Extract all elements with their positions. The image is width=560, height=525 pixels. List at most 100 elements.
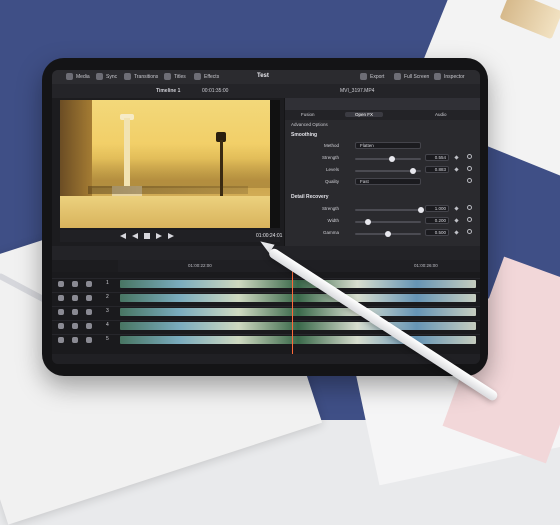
keyframe-icon[interactable] bbox=[454, 230, 459, 235]
levels-value[interactable]: 0.883 bbox=[425, 166, 449, 173]
jump-end-icon[interactable] bbox=[168, 233, 174, 239]
tab-fusion[interactable]: Fusion bbox=[301, 112, 315, 117]
quality-select[interactable]: Fast bbox=[355, 178, 421, 185]
keyframe-icon[interactable] bbox=[454, 167, 459, 172]
detail-strength-label: Strength bbox=[321, 206, 339, 211]
viewer-edge bbox=[270, 100, 280, 228]
media-icon[interactable] bbox=[66, 73, 73, 80]
top-toolbar: Media Sync Transitions Titles Effects Te… bbox=[52, 70, 480, 84]
jump-start-icon[interactable] bbox=[120, 233, 126, 239]
detail-strength-value[interactable]: 1.000 bbox=[425, 205, 449, 212]
slider-knob[interactable] bbox=[410, 168, 417, 174]
speaker-icon[interactable] bbox=[72, 323, 78, 329]
eye-icon[interactable] bbox=[86, 323, 92, 329]
project-title: Test bbox=[257, 73, 269, 79]
inspector-panel: Fusion Open FX Audio Advanced Options Sm… bbox=[284, 98, 480, 246]
reset-icon[interactable] bbox=[467, 166, 472, 171]
detail-strength-slider[interactable] bbox=[355, 207, 424, 213]
transitions-icon[interactable] bbox=[124, 73, 131, 80]
clip[interactable] bbox=[120, 280, 476, 288]
lock-icon[interactable] bbox=[58, 295, 64, 301]
timeline-timecode: 00:01:35:00 bbox=[202, 88, 229, 94]
tablet-screen: Media Sync Transitions Titles Effects Te… bbox=[52, 70, 480, 364]
eye-icon[interactable] bbox=[86, 281, 92, 287]
tab-sync[interactable]: Sync bbox=[106, 74, 117, 80]
slider-knob[interactable] bbox=[388, 156, 395, 162]
lock-icon[interactable] bbox=[58, 309, 64, 315]
play-icon[interactable] bbox=[156, 233, 162, 239]
method-select[interactable]: Flatten bbox=[355, 142, 421, 149]
speaker-icon[interactable] bbox=[72, 295, 78, 301]
lock-icon[interactable] bbox=[58, 323, 64, 329]
track-controls bbox=[58, 295, 110, 301]
smoothing-strength-slider[interactable] bbox=[355, 156, 421, 162]
width-value[interactable]: 0.200 bbox=[425, 217, 449, 224]
slider-knob[interactable] bbox=[365, 219, 372, 225]
detail-recovery-section[interactable]: Detail Recovery bbox=[291, 194, 329, 200]
viewer-controls: 01:00:24:01 bbox=[60, 230, 283, 242]
reverse-play-icon[interactable] bbox=[132, 233, 138, 239]
export-button[interactable]: Export bbox=[370, 74, 384, 80]
clip[interactable] bbox=[120, 322, 476, 330]
track-row: 1 bbox=[52, 278, 480, 289]
track-number: 4 bbox=[106, 322, 109, 328]
eye-icon[interactable] bbox=[86, 337, 92, 343]
gamma-value[interactable]: 0.500 bbox=[425, 229, 449, 236]
track-number: 3 bbox=[106, 308, 109, 314]
tab-open-fx[interactable]: Open FX bbox=[345, 112, 384, 117]
tab-effects[interactable]: Effects bbox=[204, 74, 219, 80]
sync-icon[interactable] bbox=[96, 73, 103, 80]
playhead[interactable] bbox=[292, 260, 293, 360]
clip[interactable] bbox=[120, 294, 476, 302]
bottom-bar bbox=[52, 354, 480, 364]
inspector-button[interactable]: Inspector bbox=[444, 74, 465, 80]
inspector-tabs: Fusion Open FX Audio bbox=[285, 110, 480, 120]
effects-icon[interactable] bbox=[194, 73, 201, 80]
tab-media[interactable]: Media bbox=[76, 74, 90, 80]
keyframe-icon[interactable] bbox=[454, 155, 459, 160]
lock-icon[interactable] bbox=[58, 337, 64, 343]
reset-icon[interactable] bbox=[467, 217, 472, 222]
slider-knob[interactable] bbox=[385, 231, 391, 237]
clip[interactable] bbox=[120, 336, 476, 344]
stop-icon[interactable] bbox=[144, 233, 150, 239]
tab-titles[interactable]: Titles bbox=[174, 74, 186, 80]
hills bbox=[60, 144, 280, 188]
tab-audio[interactable]: Audio bbox=[435, 112, 447, 117]
smoothing-section[interactable]: Smoothing bbox=[291, 132, 317, 138]
keyframe-icon[interactable] bbox=[454, 206, 459, 211]
reset-icon[interactable] bbox=[467, 205, 472, 210]
smoothing-strength-label: Strength bbox=[321, 155, 339, 160]
reset-icon[interactable] bbox=[467, 229, 472, 234]
timeline-name[interactable]: Timeline 1 bbox=[156, 88, 180, 94]
speaker-icon[interactable] bbox=[72, 309, 78, 315]
lock-icon[interactable] bbox=[58, 281, 64, 287]
tab-transitions[interactable]: Transitions bbox=[134, 74, 158, 80]
reset-icon[interactable] bbox=[467, 154, 472, 159]
viewer-timecode: 01:00:24:01 bbox=[256, 233, 283, 239]
titles-icon[interactable] bbox=[164, 73, 171, 80]
speaker-icon[interactable] bbox=[72, 337, 78, 343]
inspector-icon[interactable] bbox=[434, 73, 441, 80]
fullscreen-icon[interactable] bbox=[394, 73, 401, 80]
slider-knob[interactable] bbox=[418, 207, 424, 213]
levels-slider[interactable] bbox=[355, 168, 421, 174]
reset-icon[interactable] bbox=[467, 178, 472, 183]
gamma-slider[interactable] bbox=[355, 231, 421, 237]
width-slider[interactable] bbox=[355, 219, 421, 225]
speaker-icon[interactable] bbox=[72, 281, 78, 287]
clip[interactable] bbox=[120, 308, 476, 316]
eye-icon[interactable] bbox=[86, 295, 92, 301]
railing bbox=[88, 186, 248, 194]
quality-label: Quality bbox=[324, 179, 339, 184]
smoothing-strength-value[interactable]: 0.554 bbox=[425, 154, 449, 161]
track-controls bbox=[58, 309, 110, 315]
fullscreen-button[interactable]: Full Screen bbox=[404, 74, 429, 80]
width-label: Width bbox=[327, 218, 339, 223]
eye-icon[interactable] bbox=[86, 309, 92, 315]
export-icon[interactable] bbox=[360, 73, 367, 80]
keyframe-icon[interactable] bbox=[454, 218, 459, 223]
track-row: 2 bbox=[52, 292, 480, 303]
advanced-options[interactable]: Advanced Options bbox=[291, 122, 328, 127]
track-row: 4 bbox=[52, 320, 480, 331]
